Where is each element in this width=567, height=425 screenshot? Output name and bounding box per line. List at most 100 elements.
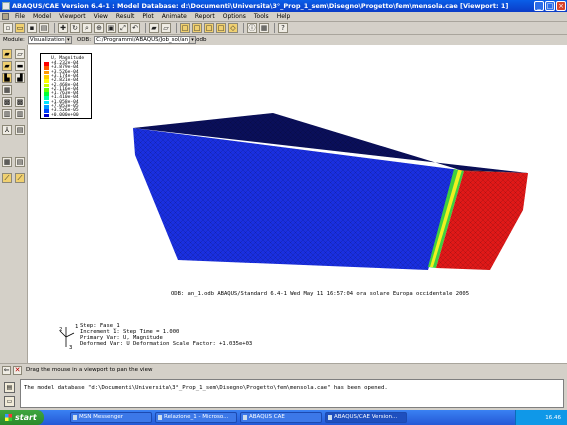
legend-value: +0.000e+00 [51, 112, 79, 118]
front-view-icon[interactable]: □ [180, 23, 190, 33]
xy-data-icon[interactable]: ▦ [2, 85, 12, 95]
zoom-icon[interactable]: ⊕ [94, 23, 104, 33]
mesh-model[interactable] [28, 45, 567, 363]
title-bar: ABAQUS/CAE Version 6.4-1 : Model Databas… [0, 0, 567, 12]
prompt-area: ⇐ ✕ Drag the mouse in a viewport to pan … [0, 363, 567, 376]
plot-contours-icon[interactable]: ▰ [2, 61, 12, 71]
allow-multiple-icon[interactable]: ▙ [2, 73, 12, 83]
odb-info-text: ODB: an_1.odb ABAQUS/Standard 6.4-1 Wed … [171, 291, 470, 297]
quick-launch[interactable] [47, 412, 67, 423]
module-select-value: Visualization [29, 37, 65, 43]
context-bar: Module: Visualization ▾ ODB: C:/Programm… [0, 35, 567, 45]
cycle-views-icon[interactable]: ↶ [130, 23, 140, 33]
task-abaqus[interactable]: ABAQUS CAE [240, 412, 322, 423]
menu-bar: File Model Viewport View Result Plot Ani… [0, 12, 567, 22]
print-icon[interactable]: ▤ [39, 23, 49, 33]
system-tray: 16.46 [515, 410, 567, 425]
minimize-button[interactable]: _ [534, 1, 544, 11]
menu-result[interactable]: Result [112, 13, 139, 20]
plot-undeformed-icon[interactable]: ▰ [2, 49, 12, 59]
viewport[interactable]: U, Magnitude +4.232e-04 +3.879e-04 +3.526e… [28, 45, 567, 363]
app-icon [2, 2, 10, 10]
legend-swatch [44, 62, 49, 66]
left-view-icon[interactable]: □ [204, 23, 214, 33]
common-options-icon[interactable]: ▤ [15, 125, 25, 135]
triad-z-label: 3 [69, 345, 73, 351]
menu-animate[interactable]: Animate [158, 13, 191, 20]
odb-label: ODB: [76, 37, 92, 43]
animate-scale-icon[interactable]: ▩ [2, 97, 12, 107]
display-group-icon[interactable]: ▥ [15, 109, 25, 119]
triad-x-label: 1 [75, 324, 79, 330]
menu-options[interactable]: Options [219, 13, 250, 20]
menu-viewport[interactable]: Viewport [55, 13, 90, 20]
window-title: ABAQUS/CAE Version 6.4-1 : Model Databas… [12, 2, 509, 10]
menu-report[interactable]: Report [191, 13, 219, 20]
create-path-icon[interactable]: ⟋ [2, 173, 12, 183]
maximize-button[interactable]: □ [545, 1, 555, 11]
query-icon[interactable]: ▦ [259, 23, 269, 33]
cancel-icon[interactable]: ✕ [13, 365, 22, 375]
close-button[interactable]: × [556, 1, 566, 11]
task-word[interactable]: Relazione_1 - Microso... [155, 412, 237, 423]
right-view-icon[interactable]: □ [216, 23, 226, 33]
context-help-icon[interactable]: ? [278, 23, 288, 33]
rotate-icon[interactable]: ↻ [70, 23, 80, 33]
message-box[interactable]: The model database "d:\Documenti\Univers… [20, 379, 564, 408]
legend-swatch [44, 92, 49, 96]
task-msn[interactable]: MSN Messenger [70, 412, 152, 423]
magnify-icon[interactable]: ⌕ [82, 23, 92, 33]
windows-logo-icon [5, 414, 12, 421]
box-zoom-icon[interactable]: ▣ [106, 23, 116, 33]
superimpose-icon[interactable]: ▟ [15, 73, 25, 83]
prompt-text: Drag the mouse in a viewport to pan the … [26, 367, 153, 373]
odb-select[interactable]: C:/Programmi/ABAQUS/Job_sol/an_1.odb ▾ [94, 36, 207, 44]
iso-view-icon[interactable]: ◇ [228, 23, 238, 33]
replace-display-group-icon[interactable]: ▤ [15, 157, 25, 167]
task-abaqus-cae[interactable]: ABAQUS/CAE Version... [325, 412, 407, 423]
message-area: ▤ ▭ The model database "d:\Documenti\Uni… [0, 377, 567, 410]
info-icon[interactable]: ⓘ [247, 23, 257, 33]
chevron-down-icon: ▾ [189, 37, 196, 43]
create-display-group-icon[interactable]: ▦ [2, 157, 12, 167]
open-icon[interactable]: ▭ [15, 23, 25, 33]
menu-file[interactable]: File [11, 13, 29, 20]
perspective-icon[interactable]: ▰ [149, 23, 159, 33]
query-path-icon[interactable]: ⟋ [15, 173, 25, 183]
cube-icon [2, 13, 9, 20]
start-label: start [15, 413, 37, 422]
new-icon[interactable]: ▫ [3, 23, 13, 33]
menu-view[interactable]: View [90, 13, 112, 20]
main-toolbar: ▫ ▭ ▪ ▤ ✚ ↻ ⌕ ⊕ ▣ ⤢ ↶ ▰ ▱ □ □ □ □ ◇ ⓘ ▦ … [0, 22, 567, 35]
module-select[interactable]: Visualization ▾ [27, 36, 72, 44]
back-view-icon[interactable]: □ [192, 23, 202, 33]
legend-swatch [44, 109, 49, 114]
plot-deformed-icon[interactable]: ▱ [15, 49, 25, 59]
taskbar: start MSN Messenger Relazione_1 - Micros… [0, 410, 567, 425]
auto-fit-icon[interactable]: ⤢ [118, 23, 128, 33]
menu-plot[interactable]: Plot [138, 13, 157, 20]
legend-swatch [44, 74, 49, 79]
legend-swatch [44, 79, 49, 83]
message-text: The model database "d:\Documenti\Univers… [24, 385, 388, 391]
module-label: Module: [3, 37, 25, 43]
command-line-icon[interactable]: ▭ [4, 396, 15, 407]
animate-time-icon[interactable]: ▩ [15, 97, 25, 107]
pan-icon[interactable]: ✚ [58, 23, 68, 33]
legend-swatch [44, 105, 49, 109]
menu-tools[interactable]: Tools [250, 13, 273, 20]
menu-help[interactable]: Help [273, 13, 295, 20]
start-button[interactable]: start [0, 410, 44, 425]
legend-swatch [44, 87, 49, 92]
back-arrow-icon[interactable]: ⇐ [2, 365, 11, 375]
plot-symbols-icon[interactable]: ▬ [15, 61, 25, 71]
triad-options-icon[interactable]: ⅄ [2, 125, 12, 135]
deformed-var-text: Deformed Var: U Deformation Scale Factor… [80, 341, 253, 347]
message-area-icon[interactable]: ▤ [4, 382, 15, 393]
view-cut-icon[interactable]: ▥ [2, 109, 12, 119]
toolbox: ▰ ▱ ▰ ▬ ▙ ▟ ▦ ▩ ▩ ▥ ▥ ⅄ ▤ ▦ ▤ ⟋ ⟋ [0, 45, 28, 363]
save-icon[interactable]: ▪ [27, 23, 37, 33]
legend-swatch [44, 96, 49, 101]
menu-model[interactable]: Model [29, 13, 55, 20]
parallel-icon[interactable]: ▱ [161, 23, 171, 33]
